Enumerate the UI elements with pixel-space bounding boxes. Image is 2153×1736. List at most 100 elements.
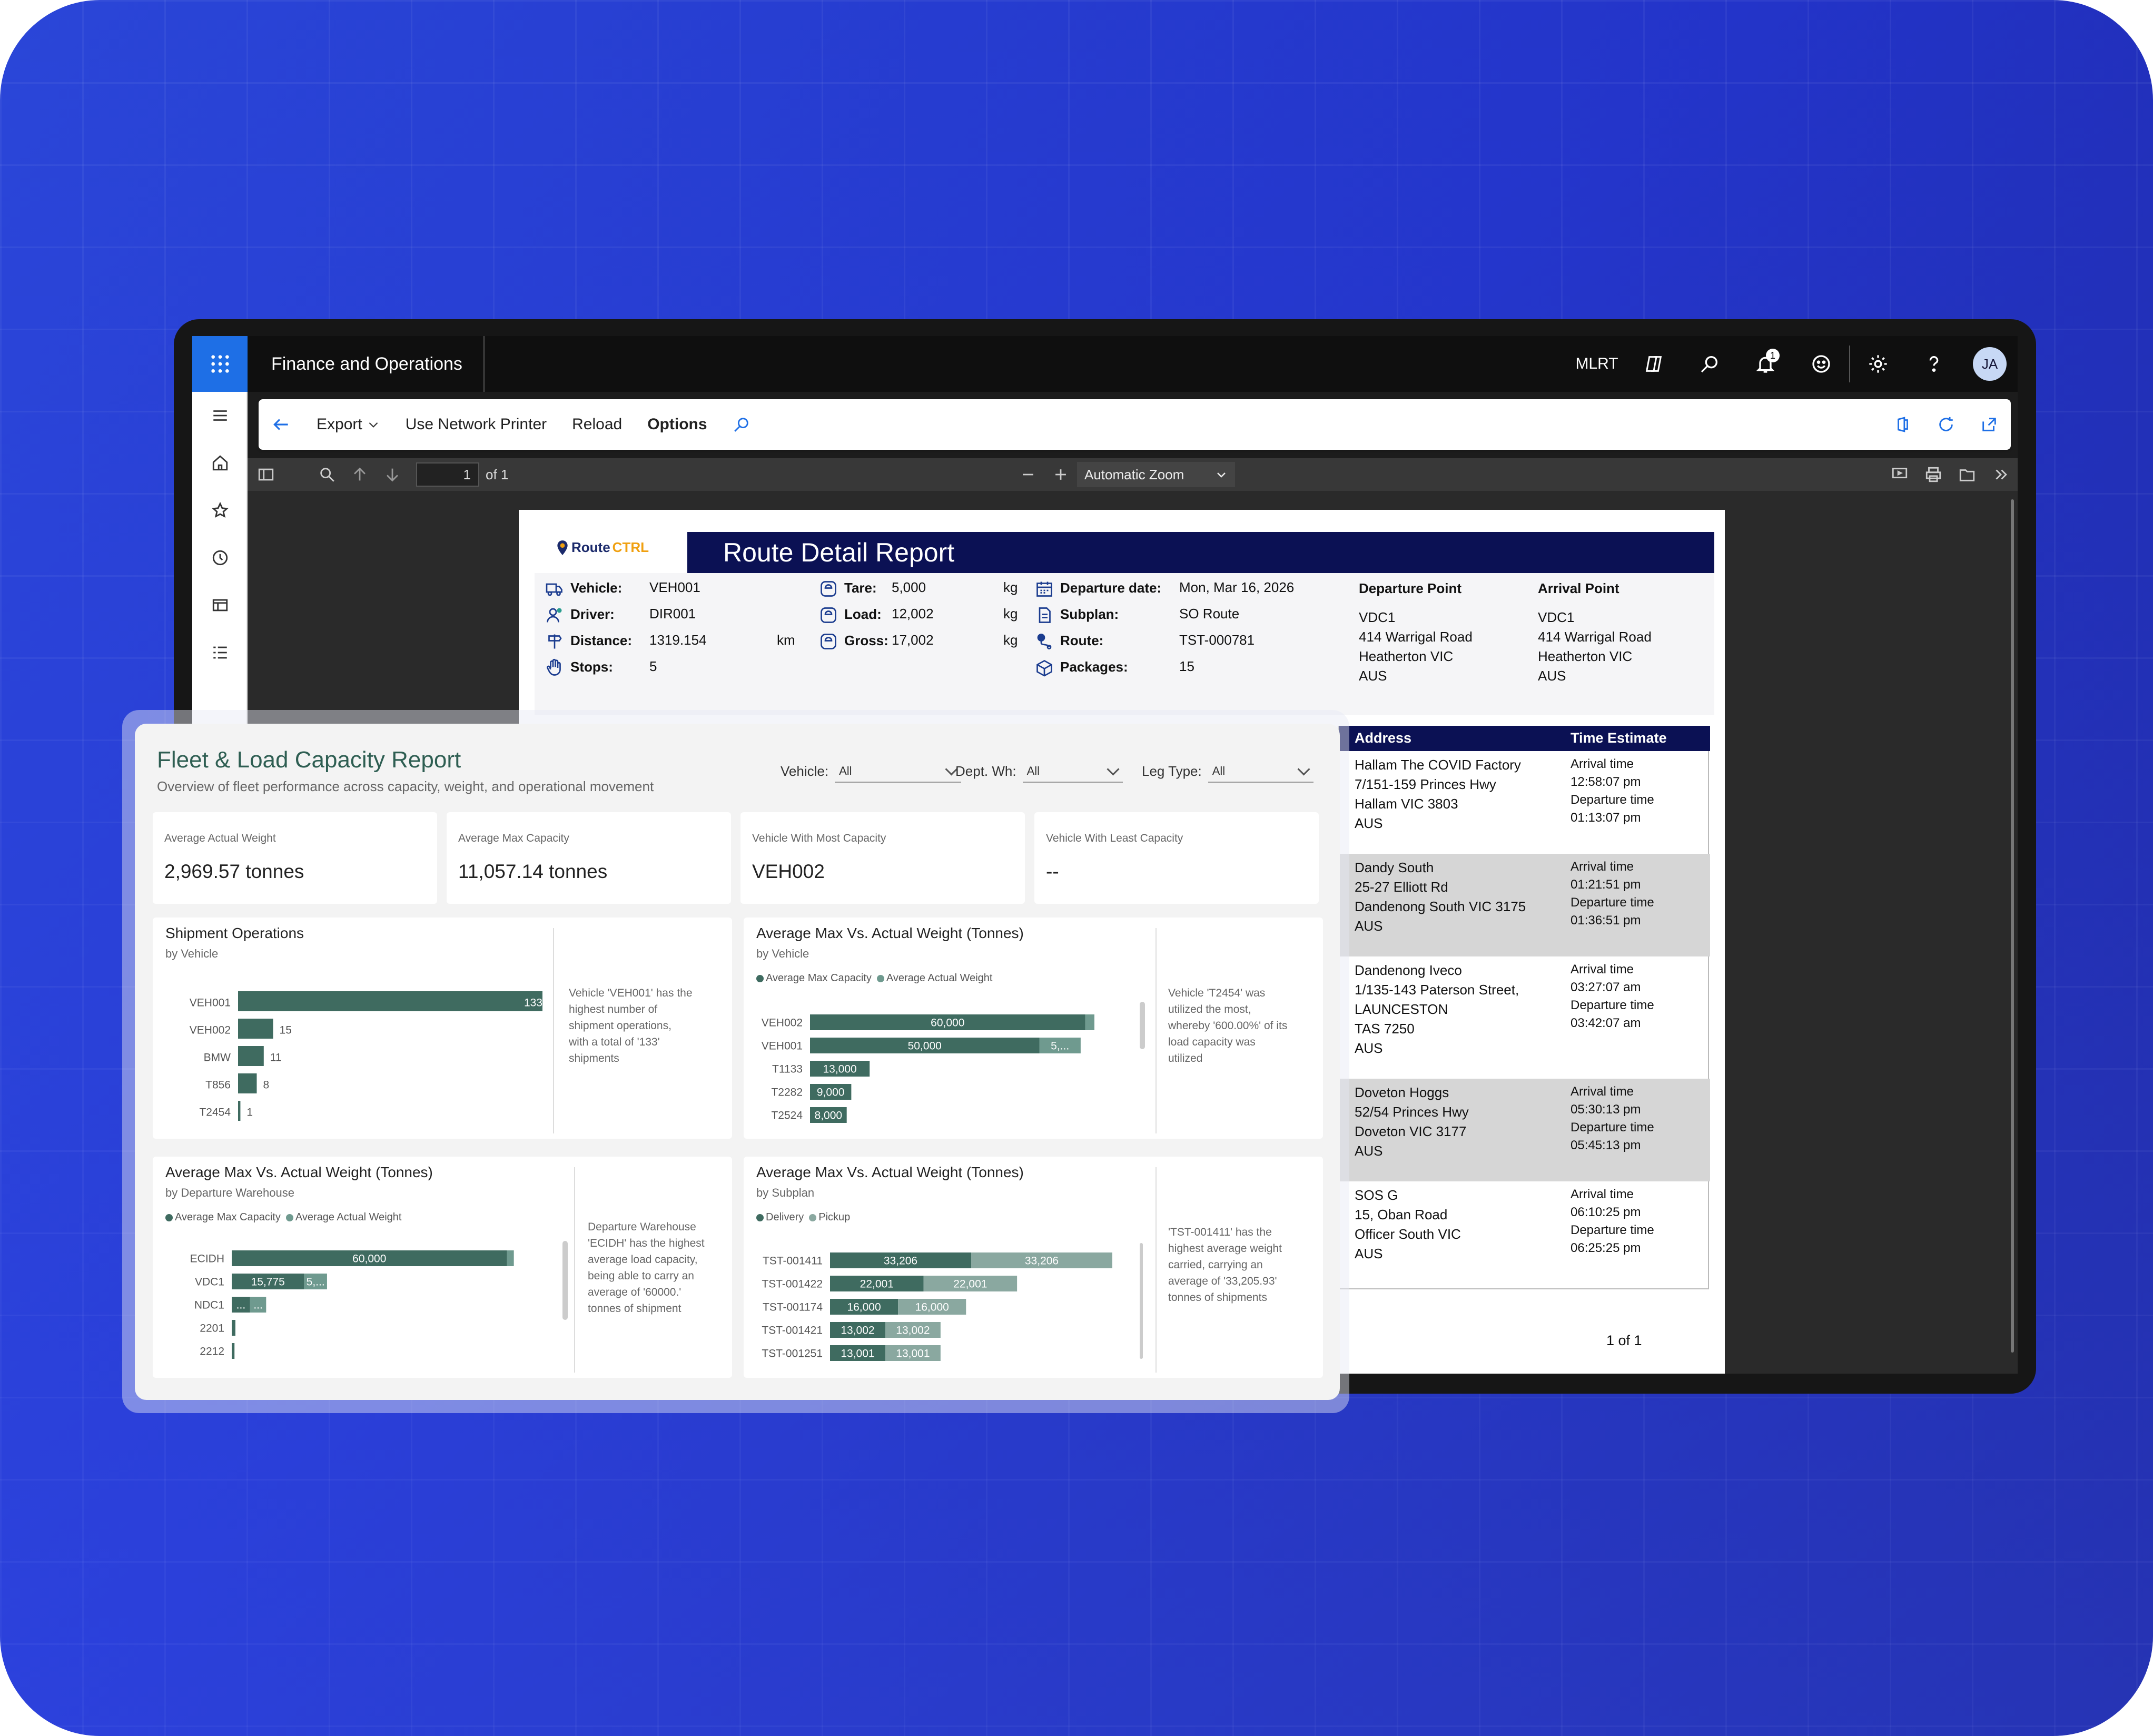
bar[interactable] bbox=[238, 1073, 257, 1093]
export-menu[interactable]: Export bbox=[304, 399, 393, 450]
legend-item[interactable]: Average Actual Weight bbox=[285, 1211, 401, 1224]
report-title: Route Detail Report bbox=[687, 532, 1714, 573]
kpi-label: Average Max Capacity bbox=[458, 832, 569, 844]
max-vs-actual-by-vehicle-chart[interactable]: VEH002 60,000 VEH001 50,000 5,... T1133 13,000… bbox=[744, 997, 1133, 1133]
hamburger-icon bbox=[213, 410, 227, 421]
legend-item[interactable]: Average Actual Weight bbox=[876, 972, 992, 984]
options-tab[interactable]: Options bbox=[635, 399, 719, 450]
filter-label: Vehicle: bbox=[781, 763, 829, 779]
dept-wh-filter[interactable]: Dept. Wh: All bbox=[955, 760, 1123, 783]
user-menu[interactable]: JA bbox=[1962, 336, 2018, 392]
bar[interactable] bbox=[238, 1046, 264, 1066]
bar[interactable] bbox=[507, 1250, 514, 1266]
dept-wh-filter-select[interactable]: All bbox=[1022, 760, 1123, 783]
app-launcher-button[interactable] bbox=[192, 336, 248, 392]
max-vs-actual-by-subplan-chart[interactable]: TST-001411 33,206 33,206 TST-001422 22,001 22… bbox=[744, 1236, 1133, 1373]
legend-item[interactable]: Delivery bbox=[756, 1211, 804, 1224]
pdf-find-button[interactable] bbox=[311, 458, 343, 491]
action-pane: Export Use Network Printer Reload Option… bbox=[259, 399, 2011, 450]
address-line: Hallam The COVID Factory bbox=[1355, 757, 1521, 773]
dashboard-subtitle: Overview of fleet performance across cap… bbox=[157, 778, 654, 794]
open-new-window-button[interactable] bbox=[1968, 399, 2011, 450]
toggle-sidebar-button[interactable] bbox=[248, 458, 284, 491]
refresh-icon bbox=[1939, 417, 1953, 431]
departure-point-label: Departure Point bbox=[1359, 580, 1462, 596]
data-label: 13,000 bbox=[823, 1063, 856, 1076]
clock-icon bbox=[212, 550, 228, 566]
vehicle-filter-select[interactable]: All bbox=[835, 760, 962, 783]
feedback-button[interactable] bbox=[1793, 336, 1849, 392]
nav-recent[interactable] bbox=[192, 534, 248, 581]
note-line: carried, carrying an bbox=[1168, 1259, 1263, 1271]
nav-favorites[interactable] bbox=[192, 487, 248, 534]
nav-home[interactable] bbox=[192, 439, 248, 487]
max-vs-actual-by-warehouse-chart[interactable]: ECIDH 60,000 VDC1 15,775 5,... NDC1... ... 2201… bbox=[153, 1236, 553, 1373]
reload-button[interactable]: Reload bbox=[559, 399, 635, 450]
help-button[interactable] bbox=[1906, 336, 1962, 392]
vehicle-filter[interactable]: Vehicle: All bbox=[781, 760, 962, 783]
routectrl-logo: Route CTRL bbox=[556, 539, 649, 556]
leg-type-filter-select[interactable]: All bbox=[1208, 760, 1313, 783]
stop-address: Doveton Hoggs 52/54 Princes Hwy Doveton VI… bbox=[1355, 1083, 1469, 1161]
settings-button[interactable] bbox=[1850, 336, 1906, 392]
filter-label: Dept. Wh: bbox=[955, 763, 1016, 779]
chart-scrollbar[interactable] bbox=[1140, 1002, 1145, 1049]
save-button[interactable] bbox=[1950, 458, 1984, 491]
arrival-point-header: Arrival Point bbox=[1538, 580, 1619, 597]
zoom-in-button[interactable] bbox=[1044, 458, 1077, 491]
address-line: 52/54 Princes Hwy bbox=[1355, 1104, 1469, 1120]
category-label: T2524 bbox=[771, 1110, 803, 1122]
tare-label: Tare: bbox=[844, 579, 877, 596]
notifications-button[interactable]: 1 bbox=[1737, 336, 1793, 392]
stops-table-header: Address Time Estimate bbox=[1339, 726, 1710, 751]
max-vs-actual-by-vehicle-card: Average Max Vs. Actual Weight (Tonnes) b… bbox=[744, 918, 1323, 1139]
bar[interactable] bbox=[1085, 1014, 1094, 1030]
legend-item[interactable]: Pickup bbox=[809, 1211, 850, 1224]
legend-item[interactable]: Average Max Capacity bbox=[756, 972, 872, 984]
legend-item[interactable]: Average Max Capacity bbox=[165, 1211, 281, 1224]
office-button[interactable] bbox=[1881, 399, 1924, 450]
bar[interactable] bbox=[232, 1343, 235, 1359]
popout-icon bbox=[1982, 418, 1996, 431]
note-line: Vehicle 'VEH001' has the bbox=[569, 987, 693, 999]
print-button[interactable] bbox=[1917, 458, 1950, 491]
back-button[interactable] bbox=[259, 399, 304, 450]
route-info-block: Vehicle: VEH001 Driver: DIR001 Distance: 13… bbox=[535, 573, 1714, 715]
chart-scrollbar[interactable] bbox=[562, 1241, 568, 1320]
nav-modules[interactable] bbox=[192, 629, 248, 676]
category-label: NDC1 bbox=[194, 1299, 224, 1311]
shipment-operations-chart[interactable]: VEH001 133 VEH002 15 BMW 11 T856 8 T2454 1 bbox=[153, 975, 542, 1133]
leg-type-filter[interactable]: Leg Type: All bbox=[1142, 760, 1313, 783]
presentation-mode-button[interactable] bbox=[1883, 458, 1917, 491]
action-search-button[interactable] bbox=[720, 399, 763, 450]
note-line: load capacity was bbox=[1168, 1036, 1256, 1048]
next-page-button[interactable] bbox=[376, 458, 409, 491]
kpi-label: Vehicle With Least Capacity bbox=[1046, 832, 1183, 844]
chart-scrollbar[interactable] bbox=[1140, 1243, 1143, 1359]
bar[interactable] bbox=[232, 1320, 235, 1336]
nav-menu-button[interactable] bbox=[192, 392, 248, 439]
previous-page-button[interactable] bbox=[343, 458, 376, 491]
hand-stop-icon bbox=[547, 658, 561, 676]
zoom-select[interactable]: Automatic Zoom bbox=[1077, 462, 1235, 487]
page-number-input[interactable]: 1 bbox=[416, 462, 479, 487]
data-label: 133 bbox=[524, 997, 542, 1009]
address-line: Officer South VIC bbox=[1355, 1226, 1461, 1242]
departure-date-label: Departure date: bbox=[1060, 579, 1162, 596]
network-printer-button[interactable]: Use Network Printer bbox=[393, 399, 559, 450]
arrow-down-icon bbox=[387, 468, 398, 482]
bar[interactable] bbox=[238, 1019, 273, 1039]
refresh-button[interactable] bbox=[1924, 399, 1968, 450]
company-picker[interactable]: MLRT bbox=[1568, 336, 1626, 392]
bar[interactable] bbox=[238, 991, 542, 1011]
bar[interactable] bbox=[238, 1101, 241, 1121]
tools-button[interactable] bbox=[1984, 458, 2018, 491]
viewer-scrollbar[interactable] bbox=[2011, 499, 2014, 1353]
search-button[interactable] bbox=[1682, 336, 1737, 392]
nav-workspaces[interactable] bbox=[192, 581, 248, 629]
gross-label: Gross: bbox=[844, 632, 888, 648]
zoom-out-button[interactable] bbox=[1012, 458, 1044, 491]
top-bar: Finance and Operations MLRT 1 JA bbox=[192, 336, 2018, 392]
copilot-button[interactable] bbox=[1626, 336, 1682, 392]
package-icon bbox=[1036, 659, 1052, 677]
